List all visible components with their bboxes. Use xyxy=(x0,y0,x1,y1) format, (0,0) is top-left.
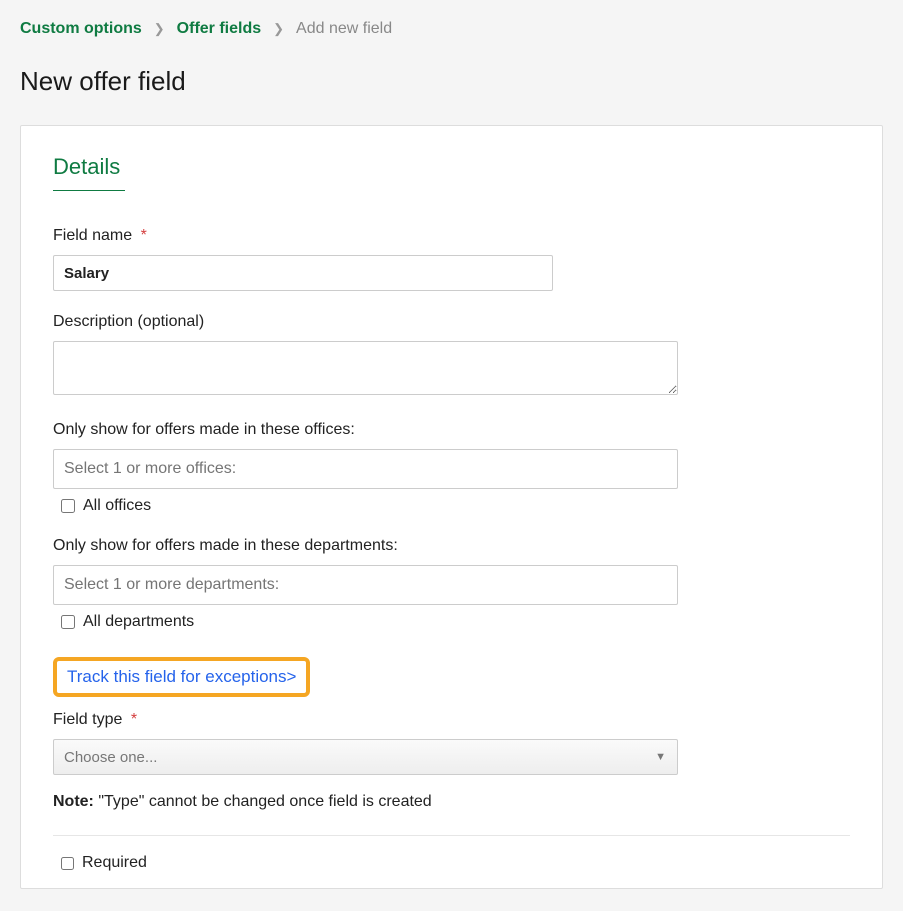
required-star-icon: * xyxy=(131,711,137,728)
page-title: New offer field xyxy=(20,66,883,97)
breadcrumb-offer-fields[interactable]: Offer fields xyxy=(177,20,261,38)
breadcrumb: Custom options ❯ Offer fields ❯ Add new … xyxy=(20,20,883,38)
required-label: Required xyxy=(82,854,147,872)
departments-input[interactable] xyxy=(53,565,678,605)
required-row: Required xyxy=(61,854,850,878)
offices-group: Only show for offers made in these offic… xyxy=(53,421,850,515)
section-underline xyxy=(53,190,125,191)
field-name-group: Field name * xyxy=(53,227,850,291)
all-offices-checkbox[interactable] xyxy=(61,499,75,513)
description-label: Description (optional) xyxy=(53,313,850,331)
description-group: Description (optional) xyxy=(53,313,850,399)
required-star-icon: * xyxy=(141,227,147,244)
details-card: Details Field name * Description (option… xyxy=(20,125,883,889)
chevron-right-icon: ❯ xyxy=(273,21,284,37)
all-offices-row: All offices xyxy=(61,497,850,515)
field-type-select[interactable]: Choose one... xyxy=(53,739,678,775)
field-type-label: Field type * xyxy=(53,711,850,729)
track-exceptions-highlight: Track this field for exceptions> xyxy=(53,657,310,697)
all-offices-label: All offices xyxy=(83,497,151,515)
track-exceptions-link[interactable]: Track this field for exceptions> xyxy=(67,667,296,686)
section-title: Details xyxy=(53,154,850,180)
breadcrumb-current: Add new field xyxy=(296,20,392,38)
field-name-label-text: Field name xyxy=(53,227,132,244)
note-row: Note: "Type" cannot be changed once fiel… xyxy=(53,793,850,836)
description-input[interactable] xyxy=(53,341,678,395)
field-type-select-wrapper: Choose one... ▼ xyxy=(53,739,678,775)
note-text: "Type" cannot be changed once field is c… xyxy=(98,793,431,810)
departments-group: Only show for offers made in these depar… xyxy=(53,537,850,631)
all-departments-checkbox[interactable] xyxy=(61,615,75,629)
offices-input[interactable] xyxy=(53,449,678,489)
field-name-input[interactable] xyxy=(53,255,553,291)
all-departments-label: All departments xyxy=(83,613,194,631)
offices-label: Only show for offers made in these offic… xyxy=(53,421,850,439)
chevron-right-icon: ❯ xyxy=(154,21,165,37)
breadcrumb-custom-options[interactable]: Custom options xyxy=(20,20,142,38)
field-type-group: Field type * Choose one... ▼ xyxy=(53,711,850,775)
note-label: Note: xyxy=(53,793,94,810)
field-type-label-text: Field type xyxy=(53,711,122,728)
departments-label: Only show for offers made in these depar… xyxy=(53,537,850,555)
required-checkbox[interactable] xyxy=(61,857,74,870)
all-departments-row: All departments xyxy=(61,613,850,631)
field-name-label: Field name * xyxy=(53,227,850,245)
